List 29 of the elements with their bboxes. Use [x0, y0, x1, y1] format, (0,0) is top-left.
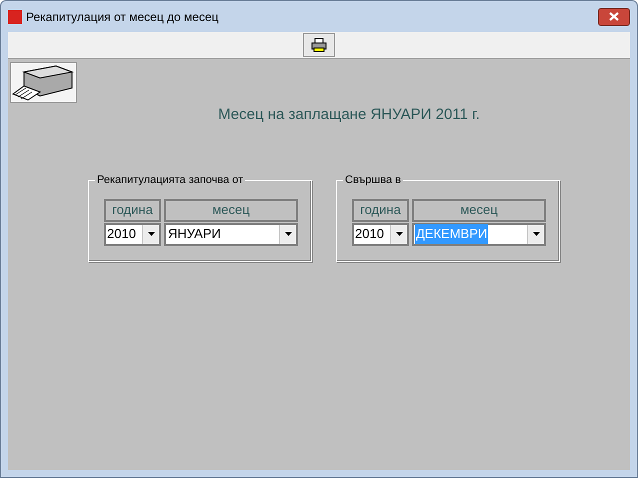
year-value: 2010	[106, 225, 137, 244]
print-button[interactable]	[303, 33, 335, 57]
dropdown-button[interactable]	[527, 224, 544, 244]
column-header: месец	[164, 198, 298, 222]
app-icon	[8, 10, 22, 24]
close-icon	[609, 12, 619, 21]
payment-month-heading: Месец на заплащане ЯНУАРИ 2011 г.	[218, 105, 480, 125]
column-header: година	[104, 198, 161, 222]
caret-icon	[148, 232, 154, 236]
printer-icon	[311, 38, 327, 52]
column-header: година	[352, 198, 409, 222]
dropdown-button[interactable]	[390, 224, 407, 244]
caret-icon	[284, 232, 292, 236]
group-title: Свършва в	[343, 172, 403, 186]
close-button[interactable]	[598, 8, 630, 26]
dropdown-button[interactable]	[142, 224, 159, 244]
year-value: 2010	[354, 225, 385, 244]
month-value: ДЕКЕМВРИ	[415, 224, 488, 244]
dropdown-button[interactable]	[279, 224, 296, 244]
month-value: ЯНУАРИ	[167, 225, 222, 244]
caret-icon	[532, 232, 540, 236]
group-title: Рекапитулацията започва от	[95, 172, 246, 186]
month-dropdown[interactable]: ЯНУАРИ	[164, 222, 298, 246]
year-dropdown[interactable]: 2010	[104, 222, 161, 246]
printer-drawing	[10, 62, 77, 103]
window-title: Рекапитулация от месец до месец	[26, 8, 219, 26]
year-dropdown[interactable]: 2010	[352, 222, 409, 246]
column-header: месец	[412, 198, 546, 222]
caret-icon	[396, 232, 402, 236]
